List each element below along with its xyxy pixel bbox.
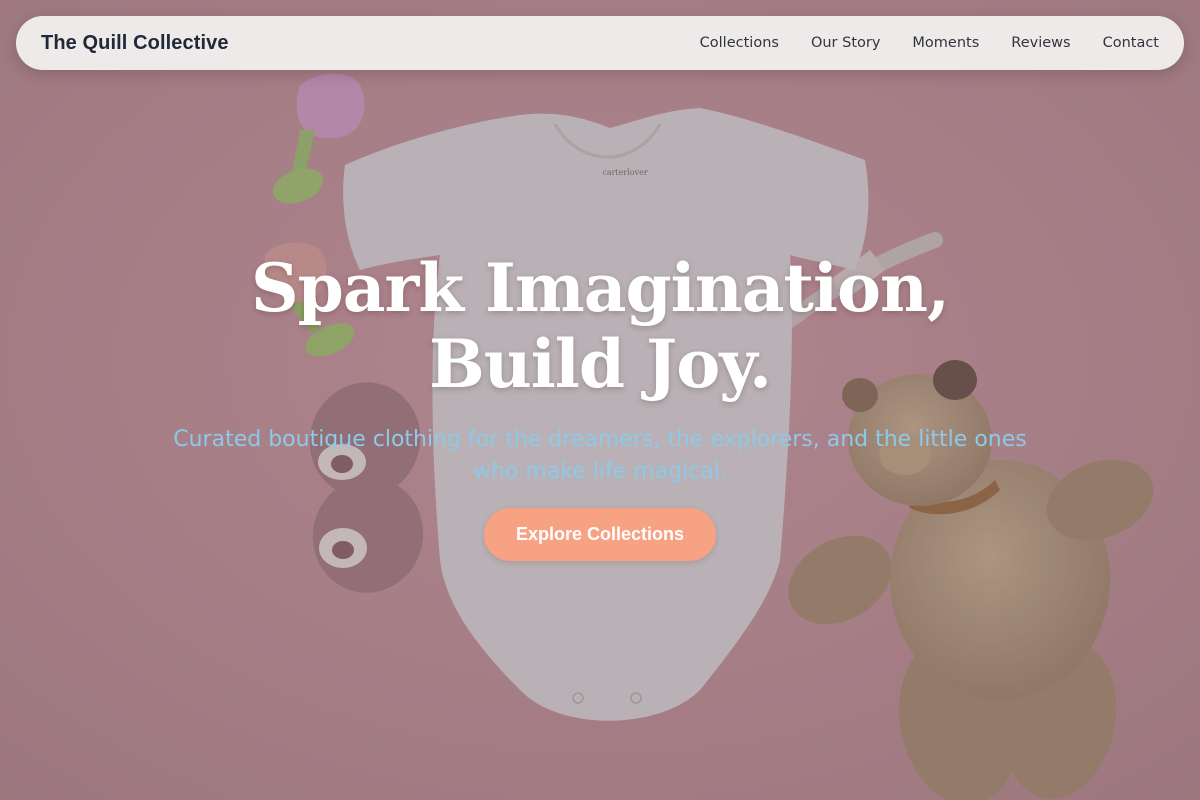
nav-links: Collections Our Story Moments Reviews Co…: [668, 35, 1159, 51]
hero-subtitle: Curated boutique clothing for the dreame…: [173, 427, 1027, 484]
hero-section: Spark Imagination, Build Joy. Curated bo…: [150, 250, 1050, 561]
brand-logo[interactable]: The Quill Collective: [41, 32, 229, 55]
nav-link-collections[interactable]: Collections: [700, 35, 779, 51]
nav-link-moments[interactable]: Moments: [912, 35, 979, 51]
nav-link-contact[interactable]: Contact: [1103, 35, 1159, 51]
hero-title: Spark Imagination, Build Joy.: [250, 249, 950, 403]
explore-collections-button[interactable]: Explore Collections: [484, 508, 716, 561]
navbar: The Quill Collective Collections Our Sto…: [16, 16, 1184, 70]
nav-link-reviews[interactable]: Reviews: [1011, 35, 1070, 51]
nav-link-our-story[interactable]: Our Story: [811, 35, 880, 51]
